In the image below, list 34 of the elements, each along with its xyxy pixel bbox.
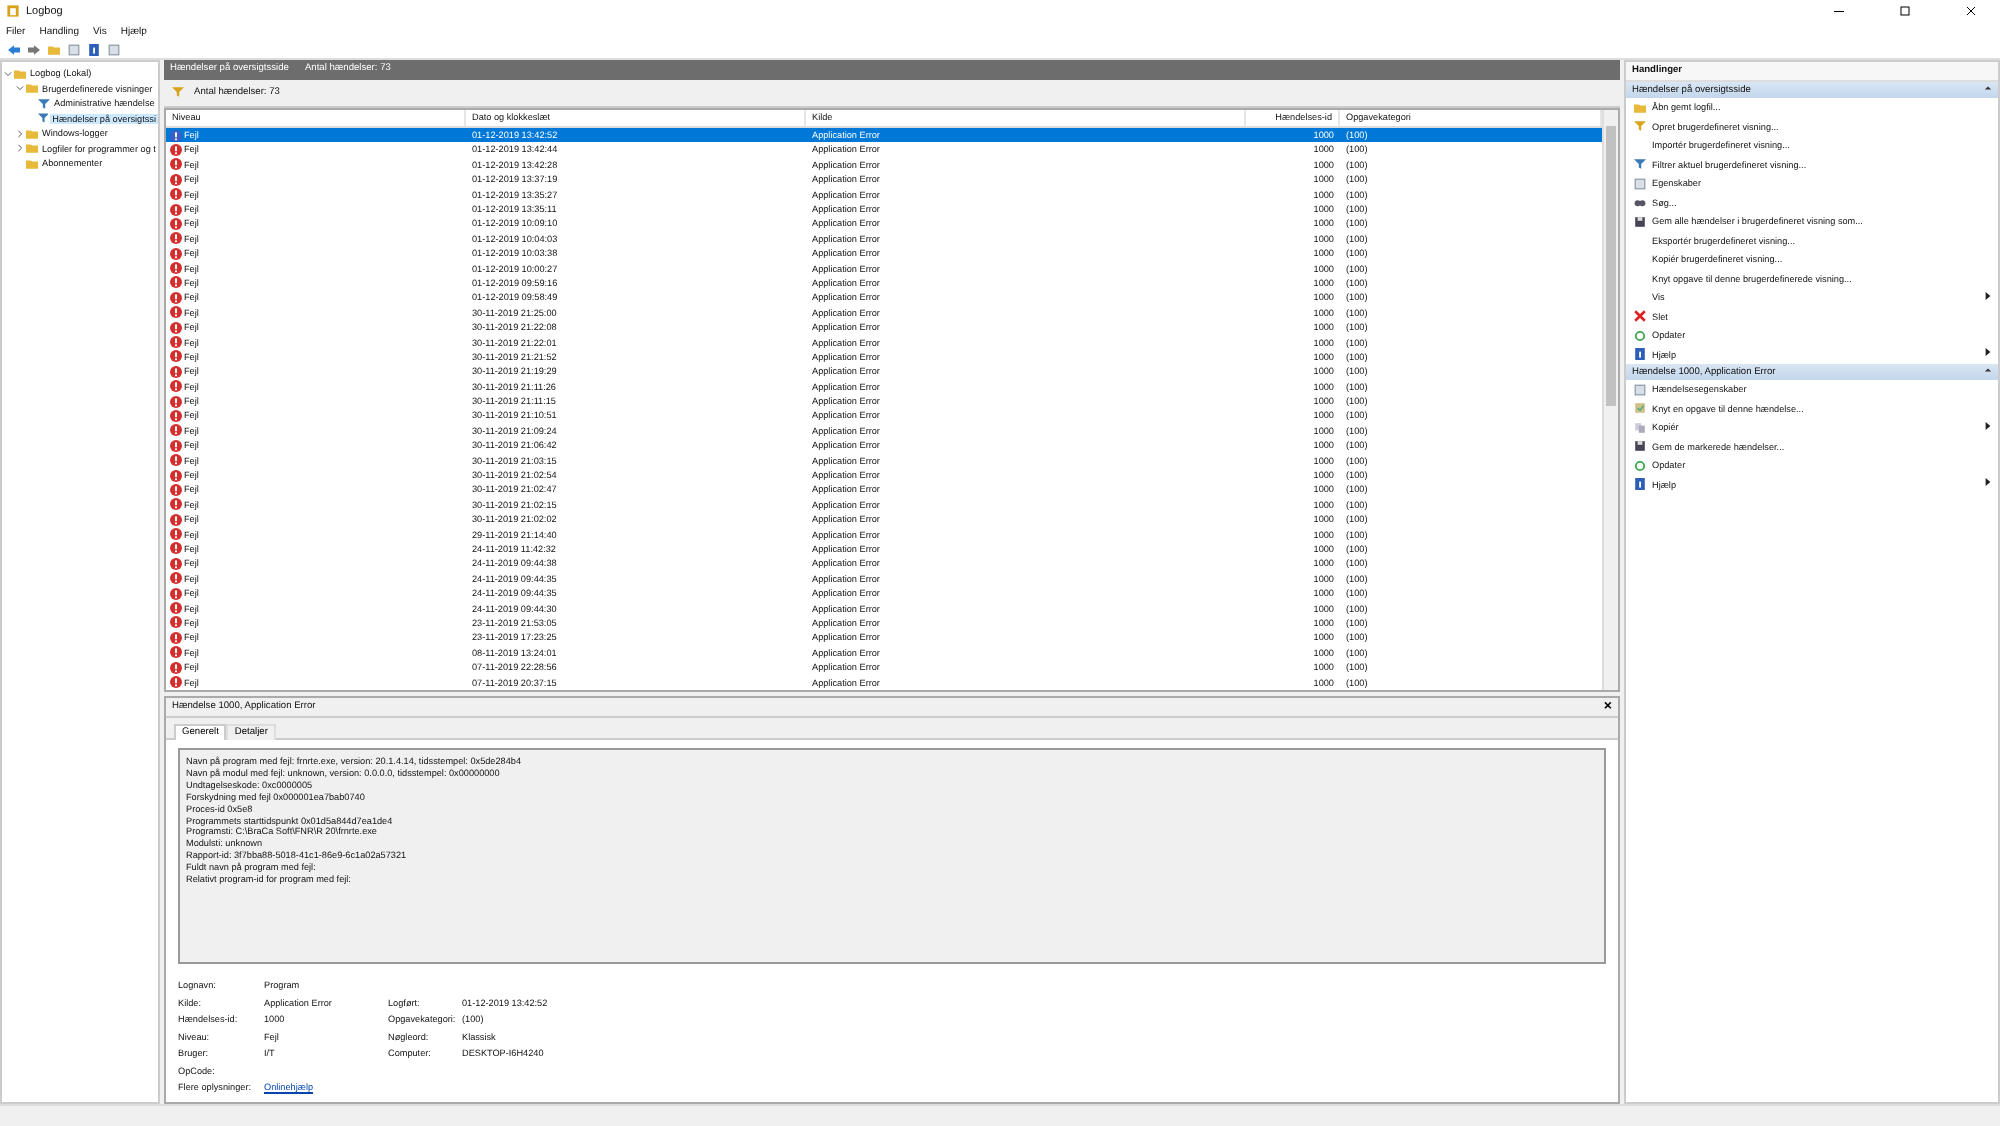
task-icon — [1634, 402, 1646, 415]
properties-icon — [1634, 177, 1646, 190]
expand-icon[interactable] — [16, 144, 24, 153]
copy-icon — [1634, 421, 1646, 434]
collapse-icon — [1984, 366, 1992, 374]
submenu-arrow-icon — [1984, 291, 1992, 300]
save-icon — [1634, 440, 1646, 453]
submenu-arrow-icon — [1984, 421, 1992, 430]
submenu-arrow-icon — [1984, 478, 1992, 487]
scrollbar[interactable] — [1602, 109, 1618, 690]
help-icon — [1634, 348, 1646, 361]
save-icon — [1634, 215, 1646, 228]
collapse-icon[interactable] — [16, 84, 24, 93]
help-icon — [1634, 478, 1646, 491]
submenu-arrow-icon — [1984, 348, 1992, 357]
binoculars-icon — [1634, 196, 1646, 209]
forward-arrow-icon — [28, 43, 40, 55]
help-button[interactable] — [86, 41, 102, 57]
minimize-icon — [1833, 6, 1843, 16]
refresh-icon — [1634, 329, 1646, 342]
filter-icon — [172, 86, 184, 99]
expand-icon[interactable] — [16, 129, 24, 138]
maximize-icon — [1899, 6, 1909, 16]
folder-icon — [1634, 101, 1646, 114]
forward-button[interactable] — [26, 41, 42, 57]
back-button[interactable] — [6, 41, 22, 57]
properties-icon — [1634, 383, 1646, 396]
filter-icon — [1634, 120, 1646, 133]
refresh-icon — [1634, 459, 1646, 472]
back-arrow-icon — [8, 43, 20, 55]
collapse-icon[interactable] — [4, 69, 12, 78]
close-icon — [1965, 6, 1975, 16]
filter-icon — [1634, 158, 1646, 171]
delete-icon — [1634, 310, 1646, 323]
